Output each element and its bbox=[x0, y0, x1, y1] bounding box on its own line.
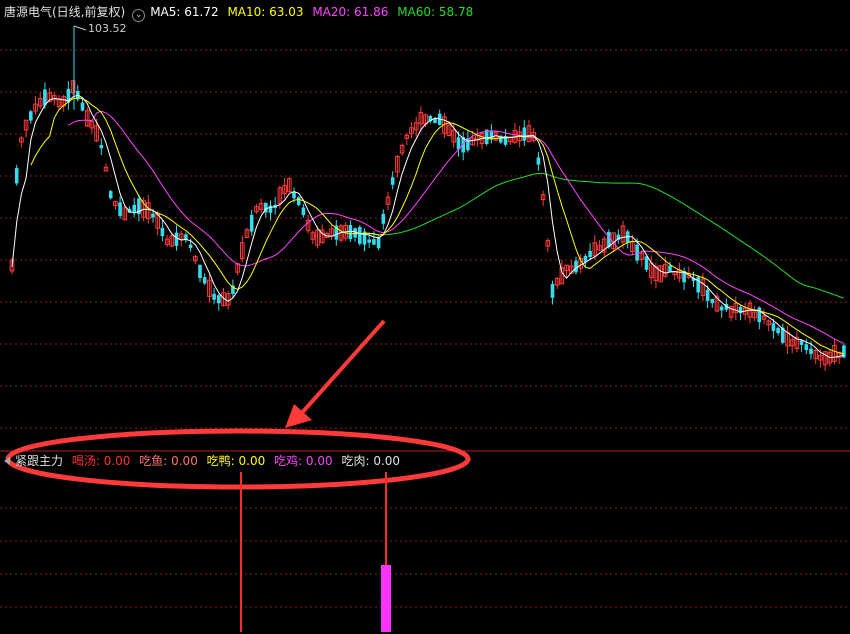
ma60-line bbox=[364, 172, 845, 299]
candle-body bbox=[358, 227, 362, 244]
candle-body bbox=[710, 298, 715, 304]
ma5-label: MA5: 61.72 bbox=[150, 5, 219, 19]
candle-body bbox=[353, 228, 357, 238]
candle-body bbox=[29, 111, 33, 121]
ma10-label: MA10: 63.03 bbox=[227, 5, 304, 19]
indicator-value-chiya: 吃鸭: 0.00 bbox=[206, 454, 266, 468]
peak-price-label: 103.52 bbox=[88, 22, 127, 35]
candle-body bbox=[550, 283, 555, 298]
candle-body bbox=[174, 232, 179, 246]
candle-body bbox=[14, 168, 19, 184]
candle-body bbox=[757, 307, 762, 323]
indicator-value-hetang: 喝汤: 0.00 bbox=[71, 454, 131, 468]
candle-body bbox=[301, 207, 306, 216]
candle-body bbox=[771, 323, 776, 331]
candle-body bbox=[705, 289, 710, 301]
candle-body bbox=[696, 277, 700, 293]
candle-body bbox=[776, 327, 780, 334]
indicator-value-chiji: 吃鸡: 0.00 bbox=[274, 454, 333, 468]
indicator-toggle-icon[interactable] bbox=[4, 457, 10, 465]
indicator-bar-magenta bbox=[381, 565, 391, 632]
candle-body bbox=[249, 214, 254, 232]
candle-body bbox=[367, 239, 371, 243]
annotation-arrow-shaft bbox=[298, 319, 386, 417]
candle-body bbox=[188, 244, 193, 249]
candle-body bbox=[99, 145, 104, 149]
stock-title: 唐源电气(日线,前复权) bbox=[4, 5, 126, 19]
candle-body bbox=[184, 234, 188, 240]
candle-body bbox=[151, 213, 155, 218]
indicator-name[interactable]: 紧跟主力 bbox=[15, 454, 63, 468]
candle-body bbox=[217, 295, 221, 304]
collapse-icon[interactable]: ⌄ bbox=[132, 9, 146, 22]
candle-body bbox=[198, 264, 202, 279]
candle-body bbox=[574, 260, 578, 273]
chart-window: 唐源电气(日线,前复权) ⌄ MA5: 61.72 MA10: 63.03 MA20… bbox=[0, 0, 850, 634]
candle-body bbox=[799, 340, 804, 345]
candle-body bbox=[296, 197, 301, 206]
indicator-value-chiyu: 吃鱼: 0.00 bbox=[139, 454, 198, 468]
candle-body bbox=[536, 157, 541, 165]
candle-body bbox=[108, 191, 113, 199]
candle-body bbox=[644, 256, 649, 270]
candle-body bbox=[348, 225, 353, 240]
main-chart-header: 唐源电气(日线,前复权) ⌄ MA5: 61.72 MA10: 63.03 MA20… bbox=[4, 5, 478, 22]
candle-body bbox=[118, 202, 122, 216]
candle-body bbox=[132, 204, 136, 214]
candle-body bbox=[588, 250, 592, 257]
indicator-header: 紧跟主力 喝汤: 0.00 吃鱼: 0.00 吃鸭: 0.00 吃鸡: 0.00… bbox=[4, 454, 405, 468]
candle-body bbox=[381, 213, 386, 224]
candle-body bbox=[80, 102, 85, 111]
candle-body bbox=[376, 237, 381, 249]
candle-body bbox=[160, 227, 165, 237]
candle-body bbox=[390, 177, 395, 185]
candle-body bbox=[668, 265, 672, 272]
candle-body bbox=[522, 127, 527, 141]
candle-body bbox=[719, 306, 724, 311]
candle-body bbox=[804, 344, 809, 351]
candle-body bbox=[202, 277, 207, 284]
candle-body bbox=[372, 239, 376, 245]
ma20-label: MA20: 61.86 bbox=[312, 5, 389, 19]
peak-pointer bbox=[73, 25, 87, 31]
candle-body bbox=[809, 348, 813, 355]
candlestick-chart bbox=[0, 25, 850, 632]
indicator-value-chirou: 吃肉: 0.00 bbox=[341, 454, 401, 468]
candle-body bbox=[212, 293, 216, 300]
ma60-label: MA60: 58.78 bbox=[397, 5, 474, 19]
candle-body bbox=[292, 191, 296, 199]
